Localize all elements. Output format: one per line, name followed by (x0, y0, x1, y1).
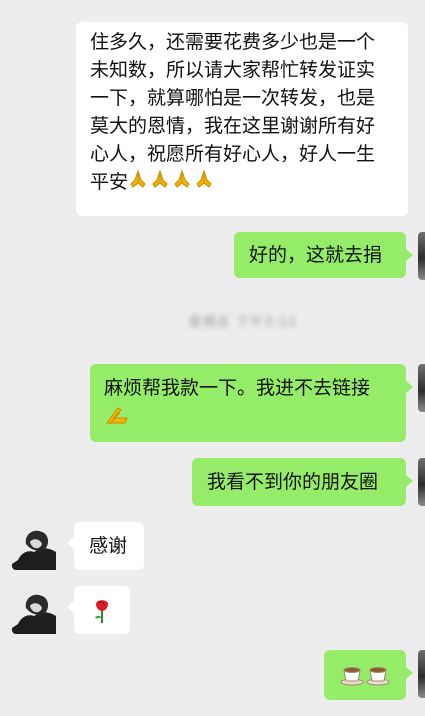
rose-emoji-icon (92, 598, 112, 632)
self-avatar[interactable] (418, 364, 425, 412)
message-bubble-incoming[interactable]: 住多久，还需要花费多少也是一个 未知数，所以请大家帮忙转发证实 一下，就算哪怕是… (76, 22, 408, 216)
message-text: 感谢 (89, 535, 128, 557)
coffee-cup-emoji-icon (366, 664, 390, 694)
message-text-line: 住多久，还需要花费多少也是一个 (90, 31, 376, 53)
contact-avatar[interactable] (12, 586, 60, 634)
folded-hands-emoji-icon (104, 403, 406, 435)
message-bubble-outgoing[interactable]: 麻烦帮我款一下。我进不去链接 (90, 364, 413, 442)
contact-avatar[interactable] (12, 522, 60, 570)
self-avatar[interactable] (418, 458, 425, 506)
message-bubble-incoming[interactable] (67, 586, 130, 634)
message-bubble-outgoing[interactable]: 我看不到你的朋友圈 (192, 458, 413, 506)
message-text-line: 心人，祝愿所有好心人，好人一生 (90, 143, 376, 165)
message-text-line: 平安 (90, 168, 408, 197)
chat-timestamp: 星期五 下午3:12 (188, 315, 298, 330)
folded-hands-emoji-icon (150, 168, 172, 197)
message-text: 平安 (90, 171, 129, 193)
folded-hands-emoji-icon (172, 168, 194, 197)
self-avatar[interactable] (418, 650, 425, 698)
coffee-cup-emoji-icon (340, 664, 364, 694)
message-bubble-outgoing[interactable] (324, 650, 413, 700)
self-avatar[interactable] (418, 232, 425, 280)
message-text: 我看不到你的朋友圈 (207, 471, 379, 493)
message-text-line: 未知数，所以请大家帮忙转发证实 (90, 59, 376, 81)
folded-hands-emoji-icon (194, 168, 216, 197)
folded-hands-emoji-icon (128, 168, 150, 197)
message-text-line: 一下，就算哪怕是一次转发，也是 (90, 87, 376, 109)
message-text: 好的，这就去捐 (249, 244, 383, 266)
message-bubble-incoming[interactable]: 感谢 (67, 522, 144, 570)
message-text: 麻烦帮我款一下。我进不去链接 (104, 377, 371, 399)
message-bubble-outgoing[interactable]: 好的，这就去捐 (234, 232, 413, 278)
message-text-line: 莫大的恩情，我在这里谢谢所有好 (90, 115, 376, 137)
